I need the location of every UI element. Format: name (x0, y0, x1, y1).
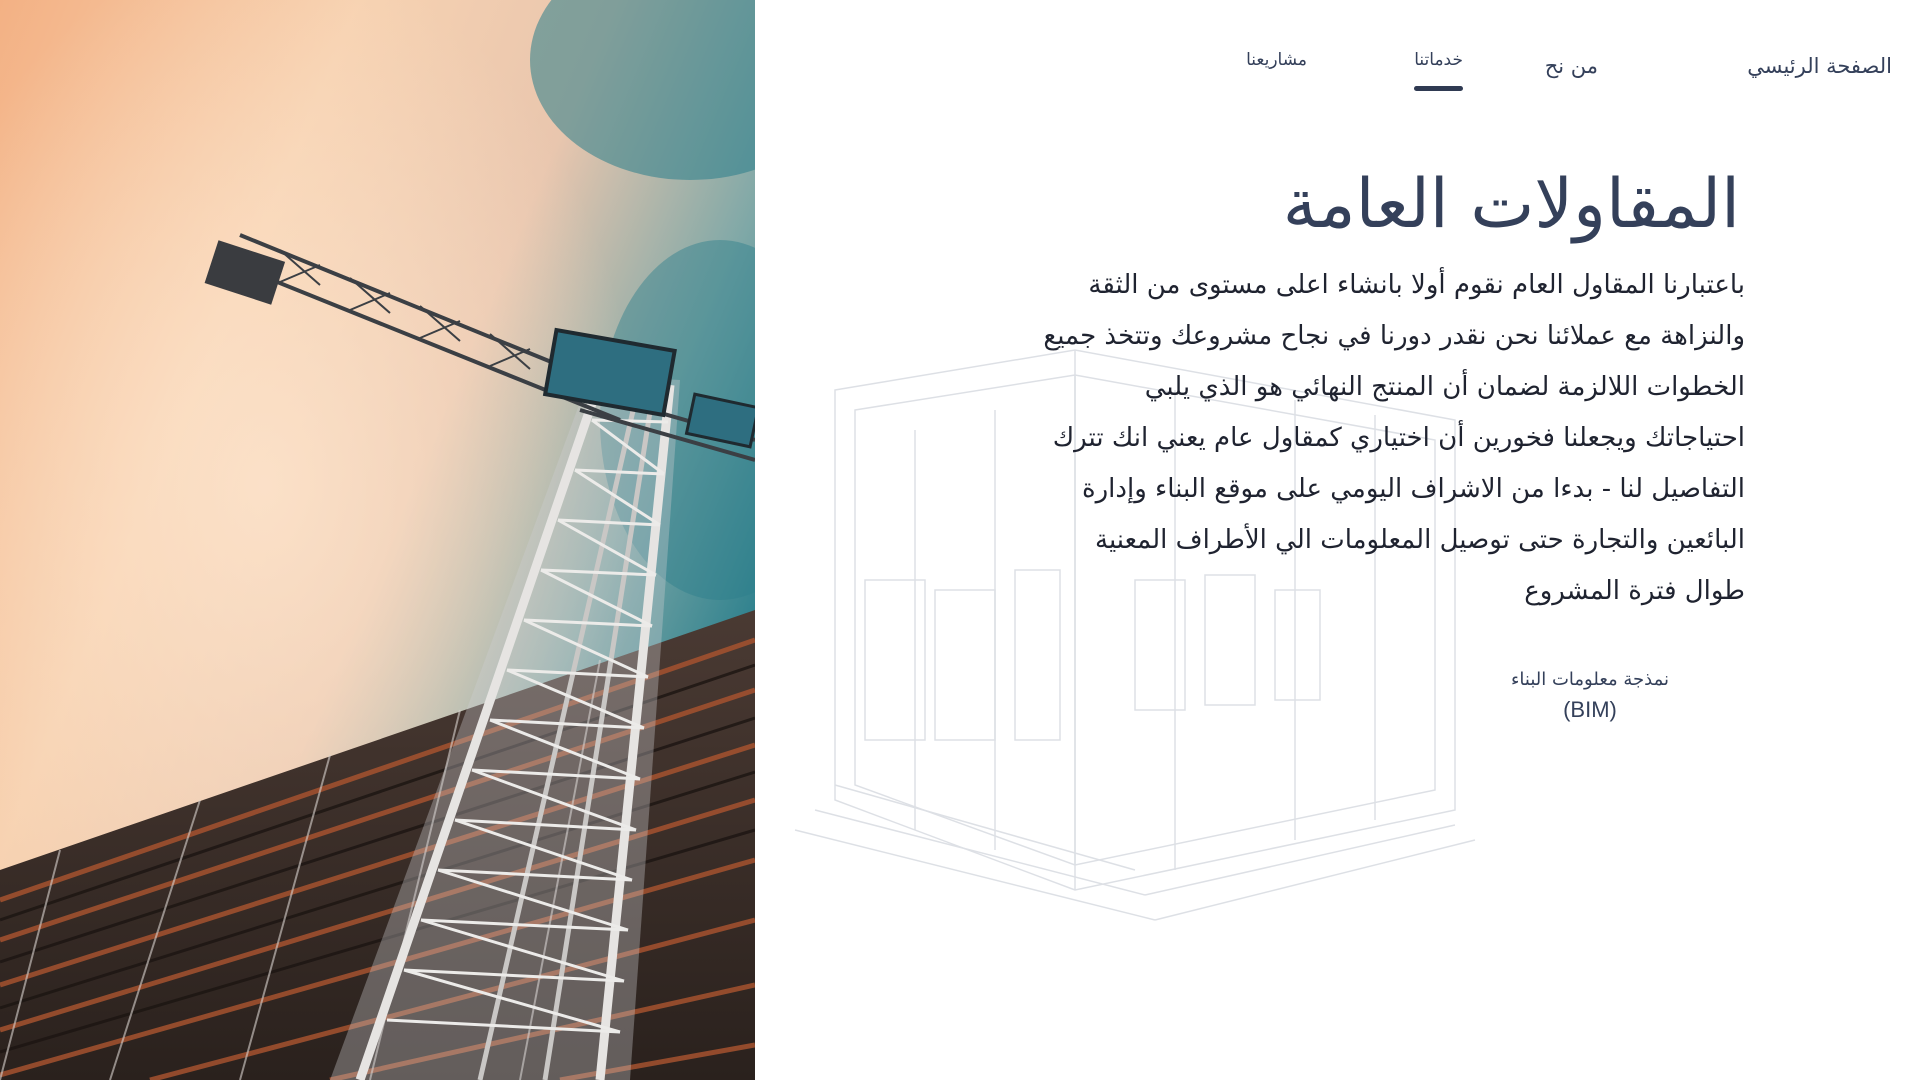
bim-english-label: (BIM) (1563, 697, 1617, 722)
description-paragraph: باعتبارنا المقاول العام نقوم أولا بانشاء… (925, 260, 1745, 617)
description-line: طوال فترة المشروع (1524, 576, 1745, 606)
bim-link[interactable]: نمذجة معلومات البناء (BIM) (1460, 665, 1720, 725)
description-line: احتياجاتك ويجعلنا فخورين أن اختياري كمقا… (1052, 423, 1745, 453)
description-line: البائعين والتجارة حتى توصيل المعلومات ال… (1095, 525, 1745, 555)
nav-item-about[interactable]: من نح (1545, 54, 1598, 78)
description-line: التفاصيل لنا - بدءا من الاشراف اليومي عل… (1082, 474, 1745, 504)
nav-item-services[interactable]: خدماتنا (1414, 50, 1463, 91)
top-navigation: الصفحة الرئيسي من نح خدماتنا مشاريعنا (755, 40, 1920, 100)
page-title: المقاولات العامة (1282, 165, 1740, 244)
content-panel: الصفحة الرئيسي من نح خدماتنا مشاريعنا ال… (755, 0, 1920, 1080)
nav-item-projects[interactable]: مشاريعنا (1246, 50, 1307, 70)
description-line: باعتبارنا المقاول العام نقوم أولا بانشاء… (1088, 270, 1745, 300)
description-line: والنزاهة مع عملائنا نحن نقدر دورنا في نج… (1043, 321, 1745, 351)
bim-arabic-label: نمذجة معلومات البناء (1510, 669, 1670, 690)
page: الصفحة الرئيسي من نح خدماتنا مشاريعنا ال… (0, 0, 1920, 1080)
hero-image-crane (0, 0, 755, 1080)
description-line: الخطوات اللالزمة لضمان أن المنتج النهائي… (1144, 372, 1745, 402)
nav-item-home[interactable]: الصفحة الرئيسي (1747, 54, 1892, 78)
